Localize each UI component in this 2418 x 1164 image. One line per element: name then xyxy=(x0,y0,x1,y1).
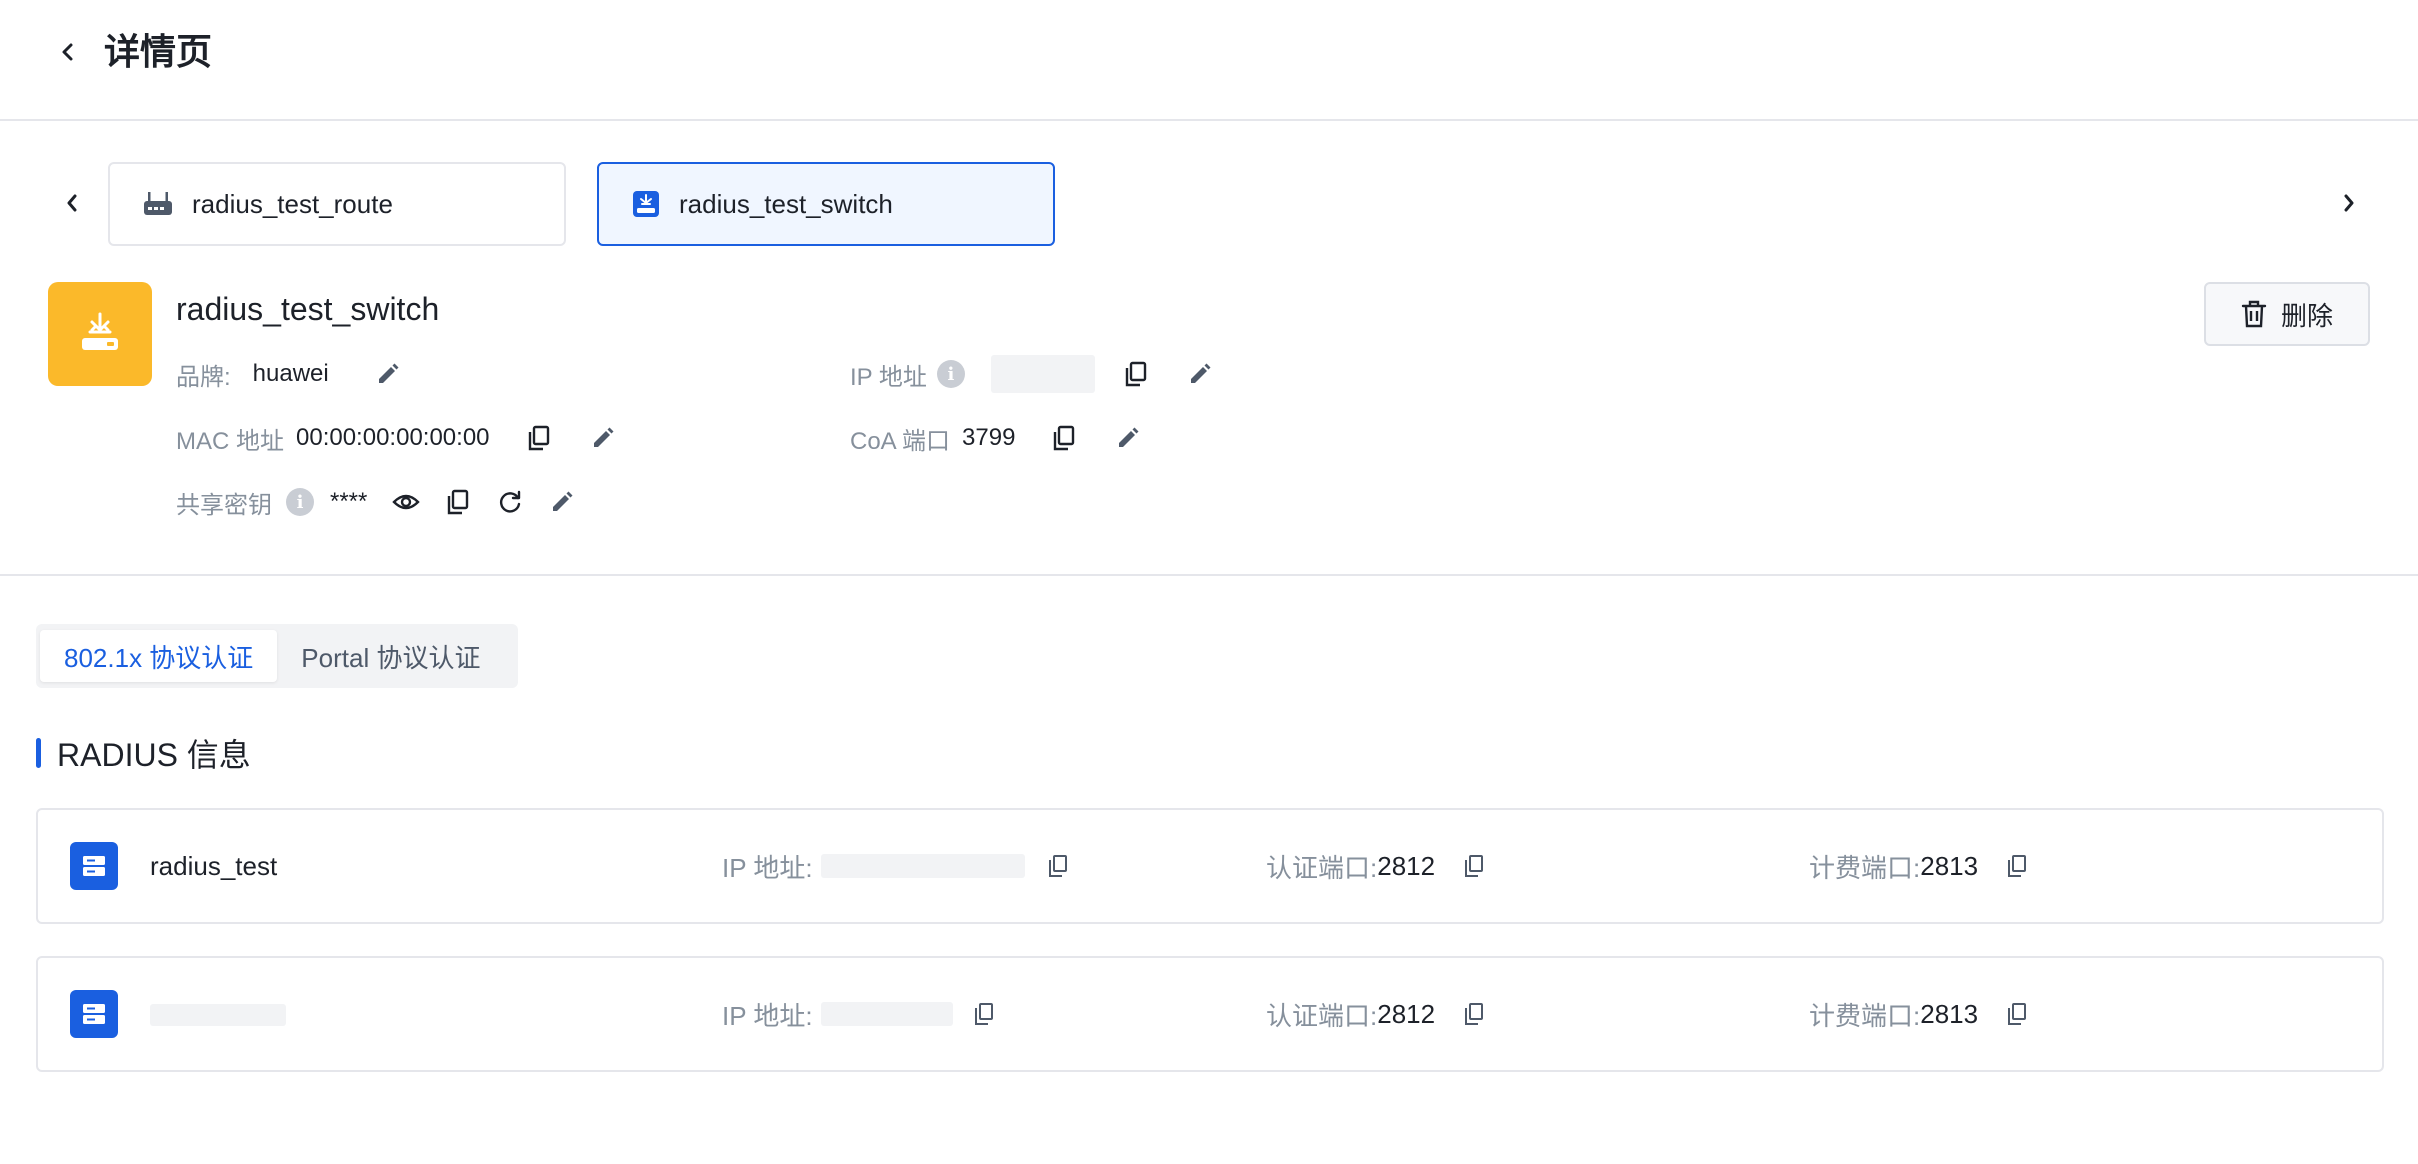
radius-section-title: RADIUS 信息 xyxy=(36,734,251,773)
router-icon xyxy=(144,192,172,215)
brand-value: huawei xyxy=(252,360,329,387)
switch-icon xyxy=(82,312,118,350)
server-ip-field: IP 地址: xyxy=(722,996,999,1032)
mac-field: MAC 地址 00:00:00:00:00:00 xyxy=(176,418,618,458)
auth-port-label: 认证端口: xyxy=(1266,1000,1378,1031)
device-tab-route[interactable]: radius_test_route xyxy=(108,162,566,246)
device-tab-switch[interactable]: radius_test_switch xyxy=(597,162,1055,246)
tab-portal[interactable]: Portal 协议认证 xyxy=(277,630,504,682)
acct-port-value: 2813 xyxy=(1920,998,1979,1029)
copy-icon[interactable] xyxy=(443,487,473,517)
edit-icon[interactable] xyxy=(1185,359,1215,389)
server-name: radius_test xyxy=(150,851,278,881)
switch-icon xyxy=(633,191,659,217)
server-icon xyxy=(70,990,118,1038)
chevron-right-icon xyxy=(2344,194,2354,212)
chevron-left-icon xyxy=(67,194,77,212)
acct-port-field: 计费端口: 2813 xyxy=(1809,848,2032,884)
secret-label: 共享密钥 xyxy=(176,491,272,519)
copy-icon[interactable] xyxy=(1049,423,1079,453)
copy-icon[interactable] xyxy=(2002,999,2032,1029)
refresh-icon[interactable] xyxy=(495,487,525,517)
acct-port-label: 计费端口: xyxy=(1809,1000,1921,1031)
coa-port-field: CoA 端口 3799 xyxy=(850,418,1143,458)
shared-secret-field: 共享密钥 i **** xyxy=(176,482,577,522)
section-title-text: RADIUS 信息 xyxy=(57,737,251,773)
server-ip-field: IP 地址: xyxy=(722,848,1073,884)
radius-server-card: radius_test IP 地址: 认证端口: 2812 计费端口: 2813 xyxy=(36,808,2384,924)
edit-icon[interactable] xyxy=(1113,423,1143,453)
copy-icon[interactable] xyxy=(1121,359,1151,389)
edit-icon[interactable] xyxy=(547,487,577,517)
mac-value: 00:00:00:00:00:00 xyxy=(296,424,490,451)
page-title: 详情页 xyxy=(104,31,213,72)
back-button[interactable] xyxy=(52,36,84,68)
ip-value-redacted xyxy=(820,1002,953,1026)
device-name: radius_test_switch xyxy=(176,291,440,327)
radius-server-card: IP 地址: 认证端口: 2812 计费端口: 2813 xyxy=(36,956,2384,1072)
auth-port-value: 2812 xyxy=(1377,850,1436,881)
device-tab-label: radius_test_route xyxy=(192,188,393,219)
carousel-next-button[interactable] xyxy=(2332,186,2366,220)
auth-port-value: 2812 xyxy=(1377,998,1436,1029)
info-icon[interactable]: i xyxy=(286,488,314,516)
tab-8021x[interactable]: 802.1x 协议认证 xyxy=(40,630,278,682)
device-tab-label: radius_test_switch xyxy=(679,188,893,219)
trash-icon xyxy=(2241,300,2267,328)
section-accent-bar xyxy=(36,738,41,768)
copy-icon[interactable] xyxy=(524,423,554,453)
delete-label: 删除 xyxy=(2280,300,2333,331)
mac-label: MAC 地址 xyxy=(176,427,284,455)
device-carousel: radius_test_route radius_test_switch xyxy=(0,160,2418,246)
coa-value: 3799 xyxy=(962,424,1016,451)
auth-port-field: 认证端口: 2812 xyxy=(1266,848,1489,884)
ip-label: IP 地址 xyxy=(850,363,927,391)
edit-icon[interactable] xyxy=(373,359,403,389)
edit-icon[interactable] xyxy=(588,423,618,453)
copy-icon[interactable] xyxy=(1459,851,1489,881)
auth-port-field: 认证端口: 2812 xyxy=(1266,996,1489,1032)
copy-icon[interactable] xyxy=(1459,999,1489,1029)
copy-icon[interactable] xyxy=(1043,851,1073,881)
auth-port-label: 认证端口: xyxy=(1266,852,1378,883)
ip-label: IP 地址: xyxy=(722,1000,813,1031)
brand-label: 品牌: xyxy=(176,363,231,391)
coa-label: CoA 端口 xyxy=(850,427,951,455)
server-icon xyxy=(70,842,118,890)
server-name-redacted xyxy=(150,1004,286,1026)
acct-port-field: 计费端口: 2813 xyxy=(1809,996,2032,1032)
copy-icon[interactable] xyxy=(969,999,999,1029)
ip-label: IP 地址: xyxy=(722,852,813,883)
ip-value-redacted xyxy=(820,854,1025,878)
delete-button[interactable]: 删除 xyxy=(2204,282,2370,346)
chevron-left-icon xyxy=(62,43,73,61)
eye-icon[interactable] xyxy=(391,487,421,517)
brand-field: 品牌: huawei xyxy=(176,354,403,394)
protocol-tabs: 802.1x 协议认证 Portal 协议认证 xyxy=(36,624,518,688)
page-header: 详情页 xyxy=(0,0,2418,121)
secret-value: **** xyxy=(330,488,368,515)
info-icon[interactable]: i xyxy=(936,360,965,388)
ip-field: IP 地址 i xyxy=(850,354,1215,394)
acct-port-value: 2813 xyxy=(1920,850,1979,881)
device-detail-panel: radius_test_switch 品牌: huawei IP 地址 i MA… xyxy=(0,270,2418,576)
carousel-prev-button[interactable] xyxy=(55,186,89,220)
ip-value-redacted xyxy=(990,355,1095,393)
acct-port-label: 计费端口: xyxy=(1809,852,1921,883)
copy-icon[interactable] xyxy=(2002,851,2032,881)
device-avatar xyxy=(48,282,152,386)
